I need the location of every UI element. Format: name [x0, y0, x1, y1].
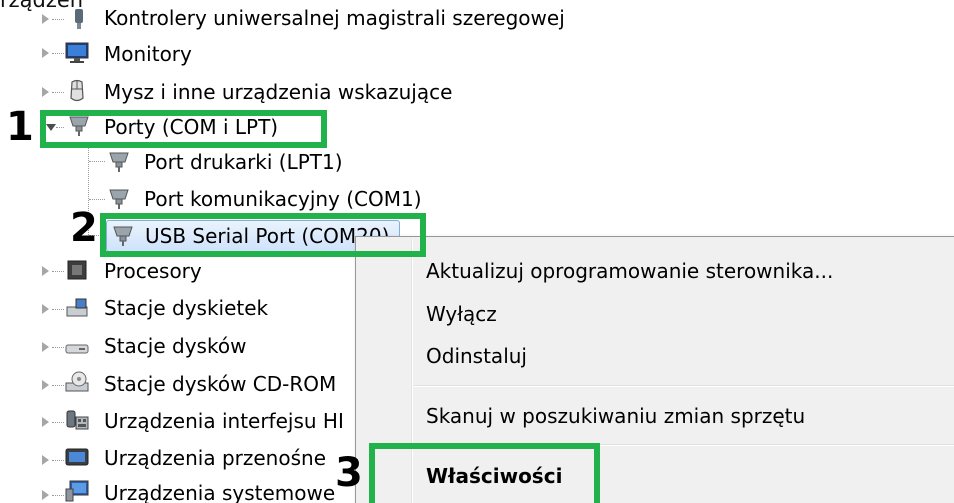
expand-arrow-icon[interactable]	[42, 48, 49, 58]
port-icon	[109, 189, 129, 209]
highlight-box-ports	[40, 110, 327, 148]
mouse-icon	[70, 79, 84, 102]
port-icon	[109, 152, 129, 172]
expand-arrow-icon[interactable]	[42, 14, 49, 24]
menu-item-uninstall[interactable]: Odinstaluj	[426, 342, 527, 370]
tree-item-label: Port drukarki (LPT1)	[144, 150, 343, 174]
step-number-1: 1	[6, 104, 34, 150]
device-manager-view: rządzeń Kontrolery uniwersalnej magistra…	[0, 0, 954, 503]
step-number-3: 3	[335, 450, 363, 496]
portable-device-icon	[65, 448, 89, 466]
highlight-box-properties	[369, 443, 600, 503]
usb-controller-icon	[75, 9, 83, 29]
expand-arrow-icon[interactable]	[42, 380, 49, 390]
tree-item-label: Urządzenia interfejsu HI	[104, 409, 344, 433]
highlight-box-usb-serial-port	[100, 213, 426, 257]
tree-item-label: Stacje dyskietek	[104, 296, 269, 320]
step-number-2: 2	[70, 205, 98, 251]
expand-arrow-icon[interactable]	[42, 304, 49, 314]
expand-arrow-icon[interactable]	[42, 87, 49, 97]
menu-item-scan-hardware[interactable]: Skanuj w poszukiwaniu zmian sprzętu	[426, 402, 805, 430]
tree-item-label: Mysz i inne urządzenia wskazujące	[104, 80, 453, 104]
menu-separator	[414, 385, 954, 387]
tree-item-label: Port komunikacyjny (COM1)	[144, 187, 422, 211]
menu-item-update-driver[interactable]: Aktualizuj oprogramowanie sterownika...	[426, 257, 833, 285]
floppy-icon	[66, 298, 88, 317]
tree-item-label: Monitory	[104, 42, 192, 66]
expand-arrow-icon[interactable]	[42, 417, 49, 427]
menu-item-disable[interactable]: Wyłącz	[426, 300, 497, 328]
disk-drive-icon	[65, 344, 89, 354]
system-device-icon	[65, 480, 89, 502]
monitor-icon	[65, 42, 89, 63]
tree-item-label: Stacje dysków	[104, 334, 247, 358]
tree-item-label: Stacje dysków CD-ROM	[104, 372, 337, 396]
expand-arrow-icon[interactable]	[42, 266, 49, 276]
expand-arrow-icon[interactable]	[42, 490, 49, 500]
tree-item-label: Kontrolery uniwersalnej magistrali szere…	[104, 6, 565, 30]
cdrom-icon	[65, 371, 89, 392]
expand-arrow-icon[interactable]	[42, 342, 49, 352]
expand-arrow-icon[interactable]	[42, 455, 49, 465]
processor-icon	[67, 260, 87, 280]
tree-item-label: Urządzenia systemowe	[104, 481, 336, 503]
tree-item-label: Procesory	[104, 259, 202, 283]
tree-item-label: Urządzenia przenośne	[104, 446, 326, 470]
hid-icon	[66, 410, 89, 430]
